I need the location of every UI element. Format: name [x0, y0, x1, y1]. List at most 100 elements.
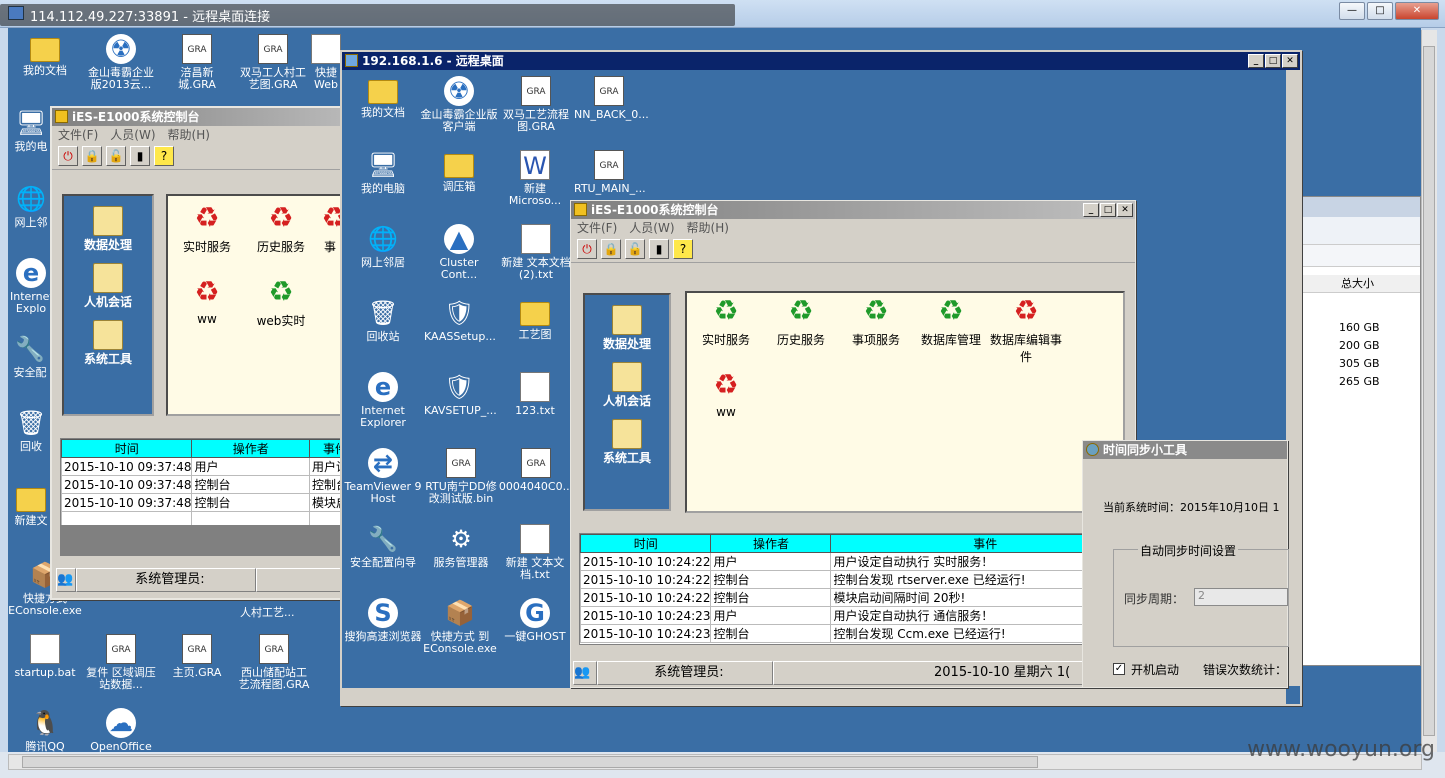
desktop-icon[interactable]: GRA 西山储配站工艺流程图.GRA — [236, 634, 312, 691]
outer-titlebar[interactable]: 114.112.49.227:33891 - 远程桌面连接 — □ ✕ — [0, 0, 1445, 28]
desktop-icon[interactable]: S 搜狗高速浏览器 — [344, 598, 422, 643]
help-icon[interactable]: ? — [673, 239, 693, 259]
table-row[interactable]: 2015-10-10 09:37:48 控制台 控制台 — [61, 475, 347, 494]
desktop-icon[interactable]: GRA RTU南宁DD修改测试版.bin — [422, 448, 500, 505]
table-row[interactable]: 2015-10-10 10:24:22 用户 用户设定自动执行 实时服务！ — [580, 552, 1086, 571]
desktop-icon[interactable]: 📦 快捷方式 到 EConsole.exe — [420, 598, 500, 655]
category-data-processing[interactable]: 数据处理 — [585, 305, 669, 352]
sync-period-input[interactable]: 2 — [1194, 588, 1288, 606]
desktop-icon[interactable]: GRA 双马工人村工艺图.GRA — [238, 34, 308, 91]
lock-icon[interactable]: 🔒 — [601, 239, 621, 259]
table-row[interactable]: 2015-10-10 10:24:23 用户 用户设定自动执行 通信服务！ — [580, 606, 1086, 625]
desktop-icon[interactable]: GRA RTU_MAIN_... — [574, 150, 646, 195]
desktop-icon[interactable]: ≡ 新建 文本文档 (2).txt — [498, 224, 574, 281]
desktop-icon[interactable]: 新建文 — [10, 484, 52, 527]
table-row[interactable]: 2015-10-10 09:37:48 控制台 模块启 — [61, 493, 347, 512]
stop-icon[interactable]: ⏻ — [577, 239, 597, 259]
close-button[interactable]: ✕ — [1395, 2, 1439, 20]
desktop-icon[interactable]: 🌐 网上邻居 — [348, 224, 418, 269]
desktop-icon[interactable]: 我的文档 — [348, 76, 418, 119]
service-item[interactable]: ♻ 实时服务 — [170, 202, 244, 255]
desktop-icon[interactable]: e Internet Explo — [10, 258, 54, 315]
minimize-button[interactable]: — — [1339, 2, 1365, 20]
table-row[interactable]: 2015-10-10 10:24:22 控制台 模块启动间隔时间 20秒! — [580, 588, 1086, 607]
desktop-icon[interactable]: G 一键GHOST — [500, 598, 570, 643]
menu-personnel[interactable]: 人员(W) — [110, 126, 155, 144]
desktop-icon[interactable]: GRA NN_BACK_0... — [574, 76, 649, 121]
console-2-titlebar[interactable]: iES-E1000系统控制台 _ □ ✕ — [571, 201, 1135, 219]
desktop-icon[interactable]: W 新建 Microso... — [500, 150, 570, 207]
category-hmi[interactable]: 人机会话 — [64, 263, 152, 310]
maximize-button[interactable]: □ — [1265, 54, 1281, 68]
desktop-icon[interactable]: 🗑 回收 — [10, 408, 52, 453]
table-row[interactable]: 2015-10-10 09:37:48用户用户设定 — [61, 457, 347, 476]
menu-file[interactable]: 文件(F) — [58, 126, 98, 144]
desktop-icon[interactable]: GRA 复件 区域调压站数据... — [86, 634, 156, 691]
desktop-icon[interactable]: ≡ 123.txt — [500, 372, 570, 417]
desktop-icon[interactable]: 🐧 腾讯QQ — [10, 708, 80, 753]
service-item[interactable]: ♻ 历史服务 — [764, 295, 838, 348]
desktop-icon[interactable]: ☢ 金山毒霸企业版2013云... — [86, 34, 156, 91]
horizontal-scroll-thumb[interactable] — [22, 756, 1038, 768]
service-item[interactable]: ♻ 实时服务 — [689, 295, 763, 348]
category-hmi[interactable]: 人机会话 — [585, 362, 669, 409]
desktop-icon[interactable]: 🖥 我的电 — [10, 108, 52, 153]
close-button[interactable]: ✕ — [1282, 54, 1298, 68]
desktop-icon[interactable]: ⇄ TeamViewer 9 Host — [344, 448, 422, 505]
desktop-icon[interactable]: 🔧 安全配置向导 — [344, 524, 422, 569]
desktop-icon[interactable]: 🔧 安全配 — [8, 334, 52, 379]
close-button[interactable]: ✕ — [1117, 203, 1133, 217]
menu-help[interactable]: 帮助(H) — [168, 126, 210, 144]
desktop-icon[interactable]: 调压箱 — [424, 150, 494, 193]
service-item[interactable]: ♻ 数据库管理 — [914, 295, 988, 348]
inner-titlebar[interactable]: 192.168.1.6 - 远程桌面 _ □ ✕ — [342, 52, 1300, 70]
desktop-icon[interactable]: 🛡 KAVSETUP_... — [424, 372, 497, 417]
desktop-icon[interactable]: ☁ OpenOffice — [86, 708, 156, 753]
desktop-icon[interactable]: GRA 主页.GRA — [162, 634, 232, 679]
console-window-1[interactable]: iES-E1000系统控制台 文件(F) 人员(W) 帮助(H) ⏻ 🔒 🔓 ▮… — [50, 106, 348, 600]
minimize-button[interactable]: _ — [1248, 54, 1264, 68]
column-header-size[interactable]: 总大小 — [1297, 275, 1420, 293]
console-1-titlebar[interactable]: iES-E1000系统控制台 — [52, 108, 344, 126]
service-item[interactable]: ♻ 历史服务 — [244, 202, 318, 255]
desktop-icon[interactable]: GRA 0004040C0... — [498, 448, 574, 493]
desktop-icon[interactable]: 工艺图 — [500, 298, 570, 341]
desktop-icon[interactable]: 我的文档 — [10, 34, 80, 77]
maximize-button[interactable]: □ — [1367, 2, 1393, 20]
category-system-tools[interactable]: 系统工具 — [585, 419, 669, 466]
desktop-icon[interactable]: ⚙ 服务管理器 — [422, 524, 500, 569]
inner-horizontal-scrollbar[interactable] — [342, 688, 1286, 704]
inner-remote-desktop-window[interactable]: 192.168.1.6 - 远程桌面 _ □ ✕ 我的文档 ☢ 金山毒霸企业版客户… — [340, 50, 1302, 706]
desktop-icon[interactable]: ▲ Cluster Cont... — [424, 224, 494, 281]
desktop-icon[interactable]: 🖥 我的电脑 — [348, 150, 418, 195]
menu-file[interactable]: 文件(F) — [577, 219, 617, 237]
table-row[interactable]: 2015-10-10 10:24:23 控制台 控制台发现 Ccm.exe 已经运行… — [580, 624, 1086, 643]
desktop-icon[interactable]: 🛡 KAASSetup... — [424, 298, 496, 343]
service-item[interactable]: ♻ ww — [170, 276, 244, 327]
lock-icon[interactable]: 🔒 — [82, 146, 102, 166]
col-time[interactable]: 时间 — [580, 534, 712, 553]
desktop-icon[interactable]: GRA 双马工艺流程图.GRA — [498, 76, 574, 133]
desktop-icon[interactable]: GRA 涪昌新城.GRA — [162, 34, 232, 91]
desktop-icon[interactable]: ☢ 金山毒霸企业版客户端 — [420, 76, 498, 133]
desktop-icon[interactable]: 🗑 回收站 — [348, 298, 418, 343]
autostart-checkbox[interactable]: ✓ — [1113, 663, 1125, 675]
table-row[interactable]: 2015-10-10 10:24:22 控制台 控制台发现 rtserver.exe… — [580, 570, 1086, 589]
time-sync-window[interactable]: 时间同步小工具 当前系统时间：2015年10月10日 1 自动同步时间设置 同步… — [1082, 440, 1289, 688]
desktop-icon[interactable]: ≡ 新建 文本文档.txt — [500, 524, 570, 581]
desktop-icon[interactable]: e Internet Explorer — [348, 372, 418, 429]
service-item[interactable]: ♻ 数据库编辑事件 — [989, 295, 1063, 365]
exit-door-icon[interactable]: ▮ — [649, 239, 669, 259]
col-operator[interactable]: 操作者 — [191, 439, 310, 458]
time-sync-titlebar[interactable]: 时间同步小工具 — [1083, 441, 1287, 459]
desktop-icon[interactable]: 🌐 网上邻 — [10, 184, 52, 229]
col-event[interactable]: 事件 — [830, 534, 1086, 553]
service-item[interactable]: ♻ ww — [689, 369, 763, 420]
category-data-processing[interactable]: 数据处理 — [64, 206, 152, 253]
menu-help[interactable]: 帮助(H) — [687, 219, 729, 237]
unlock-icon[interactable]: 🔓 — [106, 146, 126, 166]
exit-door-icon[interactable]: ▮ — [130, 146, 150, 166]
maximize-button[interactable]: □ — [1100, 203, 1116, 217]
menu-personnel[interactable]: 人员(W) — [629, 219, 674, 237]
minimize-button[interactable]: _ — [1083, 203, 1099, 217]
